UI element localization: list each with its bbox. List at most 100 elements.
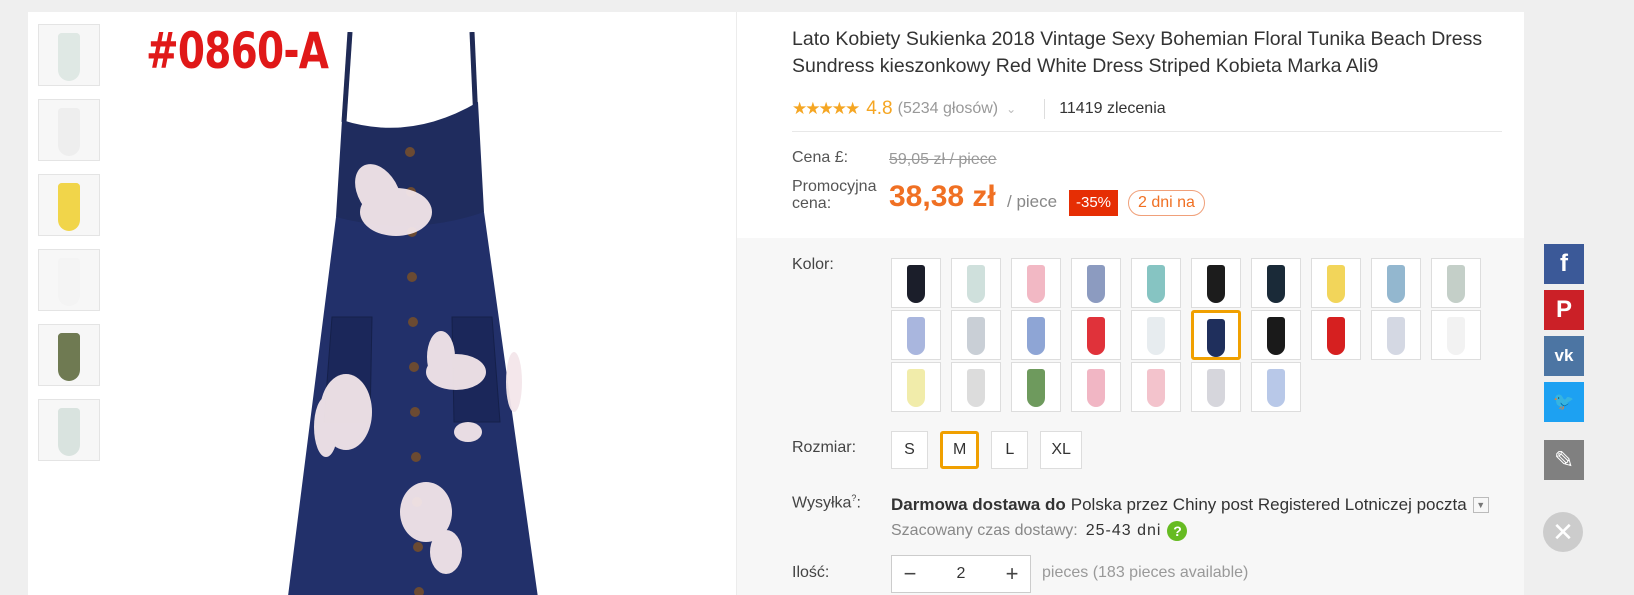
thumbnail-list [38, 24, 102, 474]
color-swatch[interactable] [951, 310, 1001, 360]
pinterest-icon[interactable]: P [1544, 290, 1584, 330]
days-left-badge: 2 dni na [1128, 190, 1205, 216]
dress-preview [1027, 265, 1045, 303]
color-swatch[interactable] [1251, 258, 1301, 308]
divider [792, 131, 1502, 132]
rating-value: 4.8 [866, 98, 893, 119]
color-swatch[interactable] [1311, 258, 1361, 308]
dress-preview [1147, 265, 1165, 303]
size-options: S M L XL [891, 431, 1082, 469]
twitter-icon[interactable]: 🐦 [1544, 382, 1584, 422]
shipping-label: Wysyłka?: [792, 493, 861, 512]
dress-preview [1207, 265, 1225, 303]
chevron-down-icon[interactable]: ▼ [1472, 497, 1489, 513]
delivery-estimate: Szacowany czas dostawy: 25-43 dni ? [891, 521, 1188, 541]
orders-count: 11419 zlecenia [1059, 100, 1166, 117]
dress-preview [58, 183, 80, 231]
quantity-stepper: − 2 + [891, 555, 1031, 593]
dress-preview [1267, 369, 1285, 407]
divider [1044, 99, 1046, 119]
dress-preview [967, 317, 985, 355]
color-swatch[interactable] [1011, 310, 1061, 360]
color-swatch[interactable] [891, 362, 941, 412]
dress-preview [1387, 317, 1405, 355]
edit-icon[interactable]: ✎ [1544, 440, 1584, 480]
color-swatch[interactable] [1371, 310, 1421, 360]
promo-price: 38,38 zł [889, 180, 996, 213]
dress-preview [1267, 317, 1285, 355]
color-swatch[interactable] [1191, 310, 1241, 360]
dress-preview [1027, 369, 1045, 407]
white-dress-thumb[interactable] [38, 99, 100, 161]
shipping-label-text: Wysyłka [792, 494, 852, 512]
original-price: 59,05 zł / piece [889, 151, 997, 168]
size-option-l[interactable]: L [991, 431, 1029, 469]
color-swatch[interactable] [1131, 258, 1181, 308]
color-swatch[interactable] [1431, 258, 1481, 308]
dress-preview [1087, 369, 1105, 407]
color-label: Kolor: [792, 256, 834, 273]
discount-badge: -35% [1069, 190, 1118, 216]
shipping-info-icon[interactable]: ? [851, 493, 856, 503]
shipping-method[interactable]: Darmowa dostawa do Polska przez Chiny po… [891, 495, 1489, 515]
dress-preview [58, 108, 80, 156]
vk-icon[interactable]: vk [1544, 336, 1584, 376]
quantity-input[interactable]: 2 [928, 565, 994, 583]
color-swatch[interactable] [951, 362, 1001, 412]
color-swatch[interactable] [1071, 310, 1121, 360]
color-swatch[interactable] [1191, 362, 1241, 412]
yellow-dress-thumb[interactable] [38, 174, 100, 236]
increase-quantity-button[interactable]: + [994, 556, 1030, 592]
color-swatch[interactable] [1071, 258, 1121, 308]
color-swatch[interactable] [891, 258, 941, 308]
dress-preview [1027, 317, 1045, 355]
dress-preview [58, 33, 80, 81]
dress-preview [1147, 317, 1165, 355]
size-label: Rozmiar: [792, 439, 857, 456]
dress-preview [1267, 265, 1285, 303]
color-swatch[interactable] [1431, 310, 1481, 360]
floral-white-dress-thumb[interactable] [38, 24, 100, 86]
quantity-label: Ilość: [792, 564, 830, 581]
help-icon[interactable]: ? [1167, 521, 1188, 541]
color-swatch[interactable] [1131, 310, 1181, 360]
color-swatch[interactable] [1131, 362, 1181, 412]
close-icon[interactable]: ✕ [1543, 512, 1583, 552]
dress-preview [1327, 265, 1345, 303]
color-swatch[interactable] [951, 258, 1001, 308]
color-swatch[interactable] [1191, 258, 1241, 308]
color-swatch[interactable] [1251, 362, 1301, 412]
color-swatch[interactable] [891, 310, 941, 360]
color-swatch[interactable] [1071, 362, 1121, 412]
dress-preview [967, 369, 985, 407]
per-piece-label: / piece [1007, 192, 1058, 211]
main-product-image[interactable]: #0860-A [110, 12, 730, 595]
rating-stars-icon: ★★★★★ [792, 99, 860, 118]
green-dress-model-thumb[interactable] [38, 324, 100, 386]
white-dress-model-thumb[interactable] [38, 249, 100, 311]
chevron-down-icon[interactable]: ⌄ [1006, 102, 1016, 116]
color-swatch[interactable] [1011, 362, 1061, 412]
shipping-destination: Polska przez Chiny post Registered Lotni… [1070, 495, 1467, 514]
size-option-m[interactable]: M [940, 431, 980, 469]
dress-preview [907, 317, 925, 355]
dress-preview [1447, 317, 1465, 355]
floral-dress-thumb[interactable] [38, 399, 100, 461]
size-option-s[interactable]: S [891, 431, 928, 469]
dress-preview [1207, 369, 1225, 407]
color-swatch[interactable] [1311, 310, 1361, 360]
color-swatch[interactable] [1371, 258, 1421, 308]
price-label: Cena £: [792, 149, 849, 166]
navy-floral-dress-image [288, 32, 538, 595]
votes-count[interactable]: (5234 głosów) [898, 100, 999, 118]
decrease-quantity-button[interactable]: − [892, 556, 928, 592]
product-detail-panel: Lato Kobiety Sukienka 2018 Vintage Sexy … [737, 12, 1524, 595]
dress-preview [1327, 317, 1345, 355]
eta-label: Szacowany czas dostawy: [891, 522, 1078, 539]
color-swatch[interactable] [1251, 310, 1301, 360]
size-option-xl[interactable]: XL [1040, 431, 1082, 469]
dress-preview [967, 265, 985, 303]
facebook-icon[interactable]: f [1544, 244, 1584, 284]
dress-preview [907, 369, 925, 407]
color-swatch[interactable] [1011, 258, 1061, 308]
